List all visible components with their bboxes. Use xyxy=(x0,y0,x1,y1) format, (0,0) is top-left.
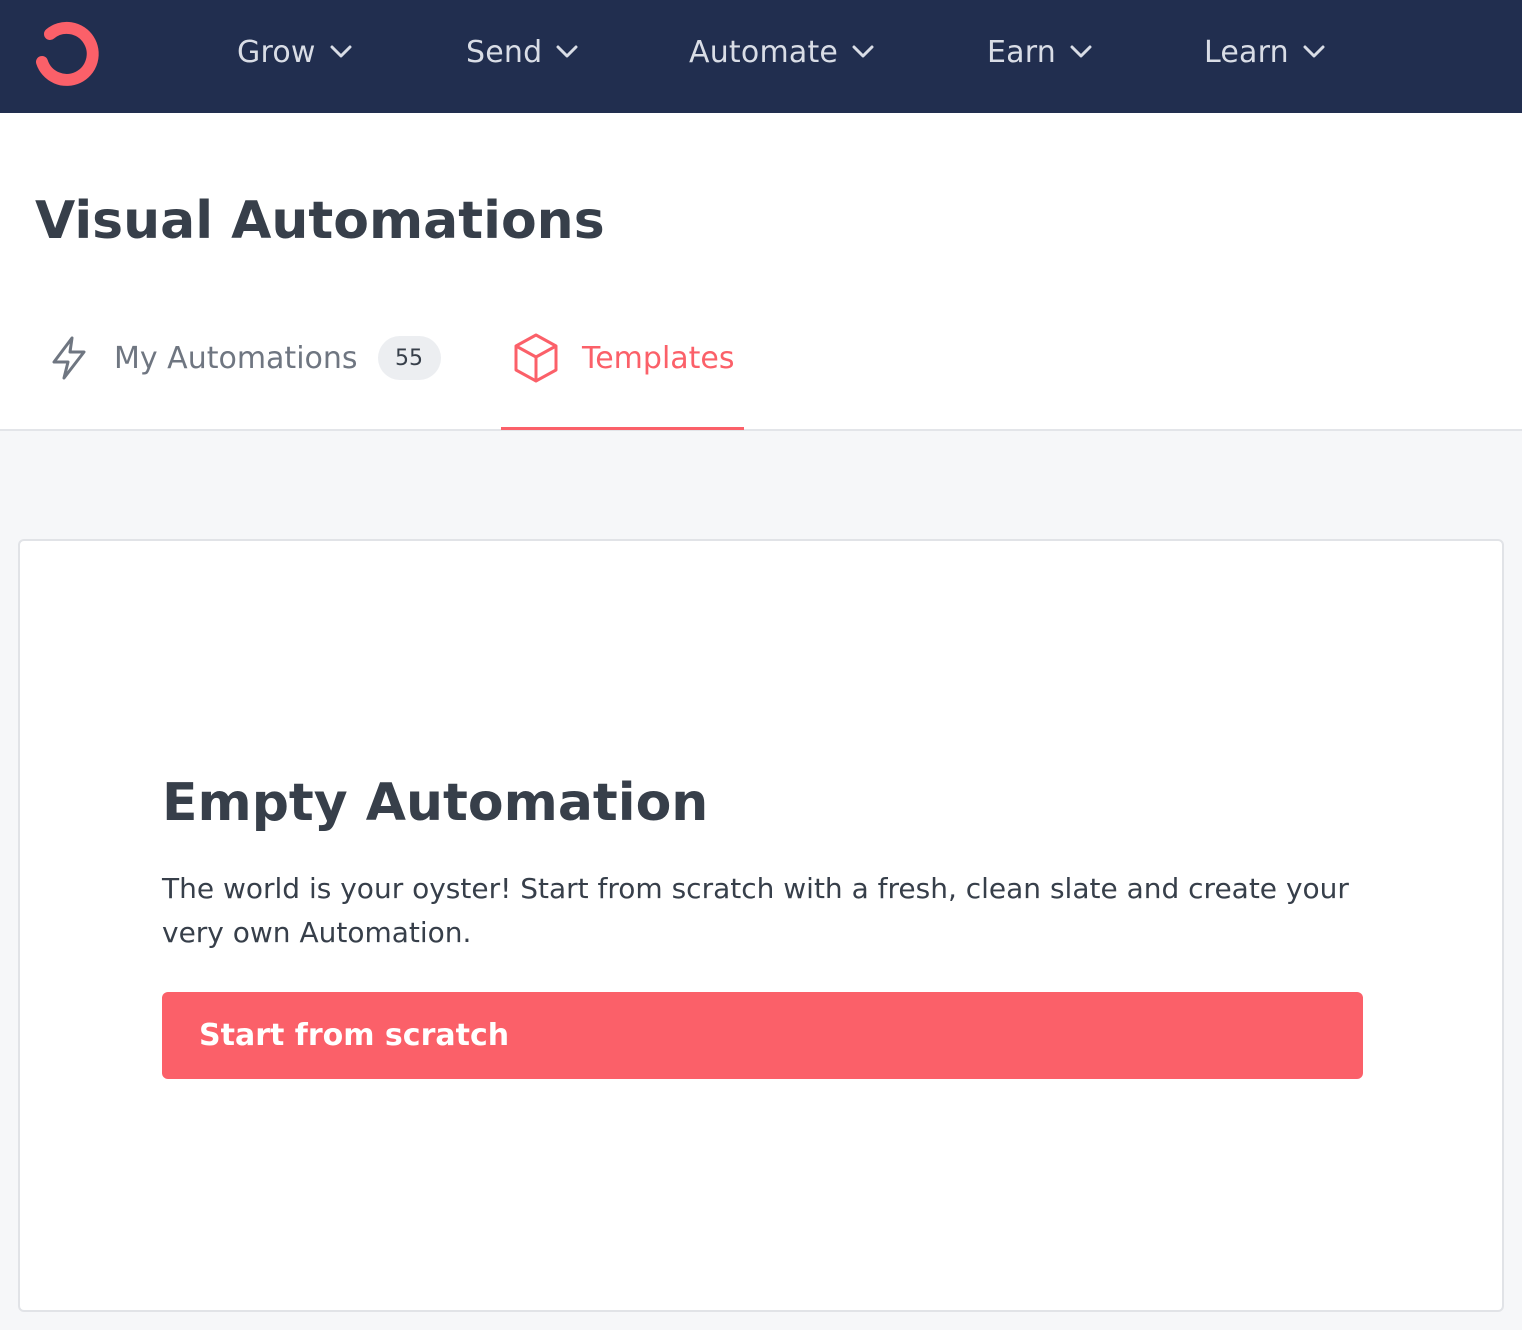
automation-count-badge: 55 xyxy=(377,336,441,380)
cube-icon xyxy=(514,333,558,383)
tab-my-automations[interactable]: My Automations 55 xyxy=(50,326,441,390)
chevron-down-icon xyxy=(852,45,874,58)
convertkit-logo-icon[interactable] xyxy=(30,18,108,88)
chevron-down-icon xyxy=(556,45,578,58)
nav-earn[interactable]: Earn xyxy=(987,30,1092,74)
chevron-down-icon xyxy=(1070,45,1092,58)
card-description: The world is your oyster! Start from scr… xyxy=(162,872,1349,949)
tab-templates[interactable]: Templates xyxy=(512,326,735,390)
nav-grow-label: Grow xyxy=(237,34,316,70)
active-tab-indicator xyxy=(501,427,744,430)
nav-grow[interactable]: Grow xyxy=(237,30,352,74)
nav-learn-label: Learn xyxy=(1204,34,1289,70)
start-from-scratch-button[interactable]: Start from scratch xyxy=(162,992,1363,1079)
nav-send[interactable]: Send xyxy=(466,30,578,74)
nav-send-label: Send xyxy=(466,34,543,70)
chevron-down-icon xyxy=(1303,45,1325,58)
page-title: Visual Automations xyxy=(35,191,605,251)
tab-my-automations-label: My Automations xyxy=(114,340,358,376)
card-title: Empty Automation xyxy=(162,773,709,833)
nav-earn-label: Earn xyxy=(987,34,1056,70)
nav-automate[interactable]: Automate xyxy=(689,30,874,74)
nav-learn[interactable]: Learn xyxy=(1204,30,1325,74)
top-navigation-bar: Grow Send Automate Earn Learn xyxy=(0,0,1522,113)
empty-automation-card: Empty Automation The world is your oyste… xyxy=(18,539,1504,1312)
nav-automate-label: Automate xyxy=(689,34,839,70)
chevron-down-icon xyxy=(330,45,352,58)
lightning-icon xyxy=(52,336,86,380)
tab-templates-label: Templates xyxy=(582,340,735,376)
page-header: Visual Automations My Automations 55 Tem… xyxy=(0,113,1522,431)
